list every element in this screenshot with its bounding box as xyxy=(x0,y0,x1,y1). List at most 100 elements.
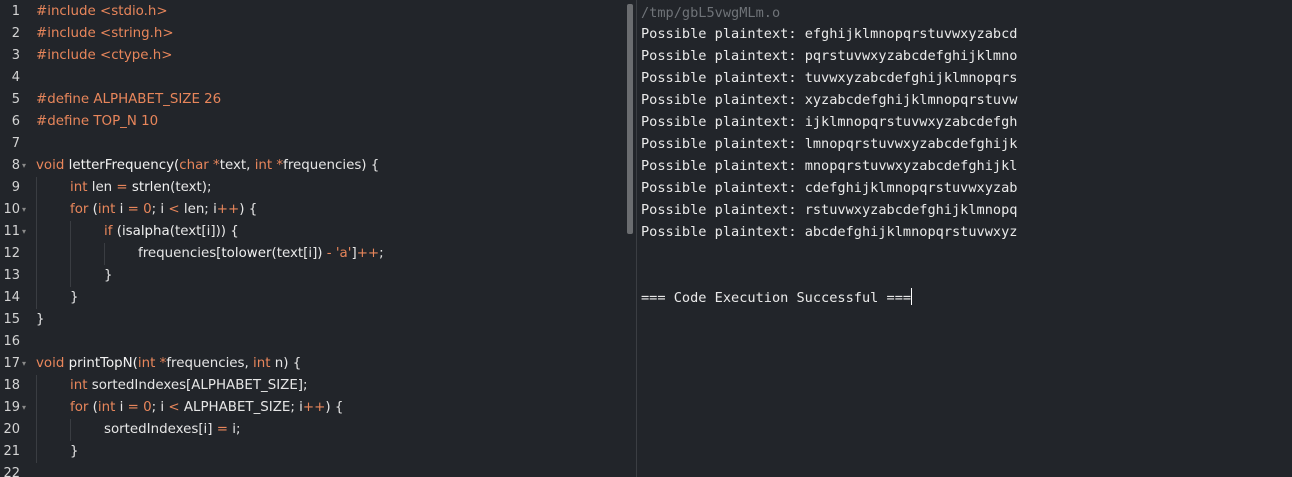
indent-guide xyxy=(70,221,71,243)
indent-guide xyxy=(104,243,105,265)
line-number: 10 xyxy=(3,202,20,217)
chevron-down-icon[interactable]: ▾ xyxy=(22,353,30,375)
editor-scrollbar[interactable] xyxy=(627,4,633,234)
code-token: printTopN( xyxy=(68,356,138,371)
output-label: Possible plaintext: xyxy=(641,26,805,42)
code-token: } xyxy=(70,290,79,305)
code-token: ++ xyxy=(356,246,380,261)
output-line: Possible plaintext: xyzabcdefghijklmnopq… xyxy=(641,89,1017,111)
code-token: char xyxy=(179,158,214,173)
code-token: = xyxy=(216,422,233,437)
code-token: (text[i])) { xyxy=(169,224,239,239)
code-text: void printTopN(int *frequencies, int n) … xyxy=(36,353,301,375)
output-value: tuvwxyzabcdefghijklmnopqrs xyxy=(804,70,1018,86)
line-number: 16 xyxy=(3,334,20,349)
chevron-down-icon[interactable]: ▾ xyxy=(22,397,30,419)
code-token: ALPHABET_SIZE; i xyxy=(183,400,303,415)
online-compiler: 1 #include <stdio.h> 2 #include <string.h> 3… xyxy=(0,0,1292,477)
code-token: <stdio.h> xyxy=(100,4,168,19)
output-file-path: /tmp/gbL5vwgMLm.o xyxy=(641,5,781,21)
chevron-down-icon[interactable]: ▾ xyxy=(22,155,30,177)
code-token: text, xyxy=(219,158,255,173)
code-token: #include xyxy=(36,4,100,19)
indent-guide xyxy=(36,177,37,199)
code-text: } xyxy=(70,441,79,463)
output-value: abcdefghijklmnopqrstuvwxyz xyxy=(804,224,1018,240)
output-line: Possible plaintext: ijklmnopqrstuvwxyzab… xyxy=(641,111,1017,133)
code-token: strlen xyxy=(131,180,171,195)
line-number: 20 xyxy=(3,422,20,437)
indent-guide xyxy=(36,397,37,419)
code-token: ) { xyxy=(325,400,344,415)
code-token: - xyxy=(326,246,336,261)
line-number: 5 xyxy=(11,92,20,107)
code-token: <string.h> xyxy=(100,26,174,41)
code-text: int len = strlen(text); xyxy=(70,177,211,199)
text-caret xyxy=(911,288,913,305)
line-number: 17 xyxy=(3,356,20,371)
line-number: 13 xyxy=(3,268,20,283)
output-label: Possible plaintext: xyxy=(641,70,805,86)
chevron-down-icon[interactable]: ▾ xyxy=(22,221,30,243)
code-token: <ctype.h> xyxy=(100,48,173,63)
indent-guide xyxy=(36,375,37,397)
line-number: 19 xyxy=(3,400,20,415)
output-value: efghijklmnopqrstuvwxyzabcd xyxy=(804,26,1018,42)
indent-guide xyxy=(70,243,71,265)
code-token: len xyxy=(91,180,117,195)
output-line: Possible plaintext: tuvwxyzabcdefghijklm… xyxy=(641,67,1017,89)
line-number: 1 xyxy=(11,4,20,19)
line-number: 2 xyxy=(11,26,20,41)
indent-guide xyxy=(70,265,71,287)
pane-divider[interactable] xyxy=(636,0,637,477)
code-token: #include xyxy=(36,26,100,41)
code-token: int xyxy=(70,378,92,393)
output-value: ijklmnopqrstuvwxyzabcdefgh xyxy=(804,114,1018,130)
code-token: ++ xyxy=(302,400,326,415)
output-label: Possible plaintext: xyxy=(641,224,805,240)
indent-guide xyxy=(36,419,37,441)
chevron-down-icon[interactable]: ▾ xyxy=(22,199,30,221)
code-text: } xyxy=(70,287,79,309)
code-token: = xyxy=(127,400,144,415)
output-value: lmnopqrstuvwxyzabcdefghijk xyxy=(804,136,1018,152)
code-token: 'a' xyxy=(335,246,352,261)
line-number: 9 xyxy=(11,180,20,195)
output-label: Possible plaintext: xyxy=(641,114,805,130)
indent-guide xyxy=(70,419,71,441)
code-token: ALPHABET_SIZE 26 xyxy=(93,92,222,107)
line-number: 18 xyxy=(3,378,20,393)
indent-guide xyxy=(36,199,37,221)
code-text: for (int i = 0; i < ALPHABET_SIZE; i++) … xyxy=(70,397,343,419)
code-token: frequencies) { xyxy=(283,158,380,173)
code-text: frequencies[tolower(text[i]) - 'a']++; xyxy=(138,243,384,265)
indent-guide xyxy=(36,265,37,287)
output-label: Possible plaintext: xyxy=(641,180,805,196)
output-label: Possible plaintext: xyxy=(641,92,805,108)
line-number: 22 xyxy=(3,466,20,477)
code-text: #include <string.h> xyxy=(36,23,174,45)
code-text: #define TOP_N 10 xyxy=(36,111,158,133)
code-text: } xyxy=(104,265,113,287)
output-value: cdefghijklmnopqrstuvwxyzab xyxy=(804,180,1018,196)
indent-guide xyxy=(36,221,37,243)
line-number: 3 xyxy=(11,48,20,63)
code-token: int xyxy=(137,356,160,371)
code-text: } xyxy=(36,309,45,331)
code-token: #define xyxy=(36,114,94,129)
code-token: (text); xyxy=(170,180,212,195)
code-token: ; i xyxy=(151,202,169,217)
code-token: i xyxy=(119,202,128,217)
output-value: rstuvwxyzabcdefghijklmnopq xyxy=(804,202,1018,218)
code-text: #define ALPHABET_SIZE 26 xyxy=(36,89,221,111)
output-line: Possible plaintext: lmnopqrstuvwxyzabcde… xyxy=(641,133,1017,155)
code-token: for xyxy=(70,400,93,415)
code-token: sortedIndexes[ALPHABET_SIZE]; xyxy=(91,378,308,393)
code-token: ; i xyxy=(151,400,169,415)
code-token: #include xyxy=(36,48,100,63)
code-token: i; xyxy=(232,422,241,437)
code-text: #include <ctype.h> xyxy=(36,45,172,67)
code-token: i xyxy=(119,400,128,415)
indent-guide xyxy=(36,441,37,463)
code-editor[interactable]: 1 #include <stdio.h> 2 #include <string.h> 3… xyxy=(0,0,627,477)
